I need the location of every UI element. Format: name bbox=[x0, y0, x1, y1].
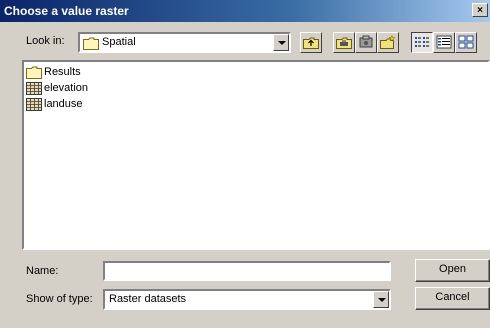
list-item-label: Results bbox=[44, 66, 81, 78]
title-bar: Choose a value raster × bbox=[0, 0, 490, 22]
details-view-button[interactable] bbox=[433, 32, 455, 53]
list-view-button[interactable] bbox=[411, 32, 433, 53]
dialog-title: Choose a value raster bbox=[4, 4, 129, 18]
thumbnails-view-button[interactable] bbox=[455, 32, 477, 53]
show-of-type-value: Raster datasets bbox=[109, 293, 187, 305]
look-in-label: Look in: bbox=[26, 35, 65, 47]
list-item-label: elevation bbox=[44, 82, 89, 94]
cancel-button[interactable]: Cancel bbox=[415, 287, 490, 310]
thumbnails-view-icon bbox=[458, 35, 474, 49]
show-of-type-label: Show of type: bbox=[26, 293, 93, 305]
list-view-icon bbox=[415, 37, 429, 47]
list-item-label: landuse bbox=[44, 98, 83, 110]
look-in-dropdown[interactable]: Spatial bbox=[78, 32, 291, 53]
chevron-down-icon[interactable] bbox=[373, 291, 389, 308]
disconnect-folder-icon bbox=[359, 35, 373, 48]
new-folder-icon bbox=[380, 35, 396, 49]
up-one-level-button[interactable] bbox=[300, 32, 322, 53]
details-view-icon bbox=[436, 35, 452, 49]
up-folder-icon bbox=[303, 37, 319, 49]
connect-folder-button[interactable] bbox=[333, 32, 355, 53]
name-input[interactable] bbox=[103, 261, 391, 281]
connect-folder-icon bbox=[336, 37, 352, 49]
close-button[interactable]: × bbox=[472, 3, 488, 17]
new-folder-button[interactable] bbox=[377, 32, 399, 53]
raster-grid-icon bbox=[26, 98, 42, 111]
raster-grid-icon bbox=[26, 82, 42, 95]
look-in-value: Spatial bbox=[102, 36, 136, 48]
choose-raster-dialog: Choose a value raster × Look in: Spatial bbox=[0, 0, 490, 328]
folder-icon bbox=[83, 37, 99, 50]
name-label: Name: bbox=[26, 265, 59, 277]
close-icon: × bbox=[477, 5, 483, 16]
file-list[interactable]: Results elevation landuse bbox=[22, 60, 490, 250]
open-button[interactable]: Open bbox=[415, 259, 490, 282]
show-of-type-dropdown[interactable]: Raster datasets bbox=[103, 289, 391, 310]
chevron-down-icon[interactable] bbox=[273, 34, 289, 51]
folder-icon bbox=[26, 66, 42, 79]
disconnect-folder-button[interactable] bbox=[355, 32, 377, 53]
